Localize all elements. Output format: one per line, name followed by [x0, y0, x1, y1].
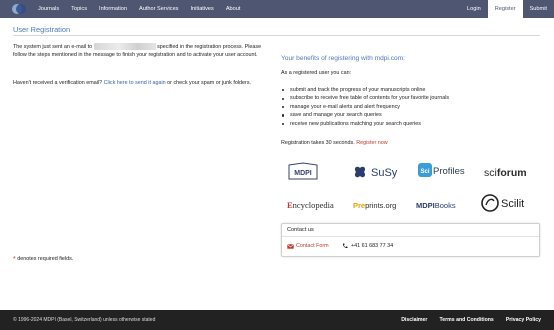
scilit-brand-logo[interactable]: Scilit: [481, 192, 539, 214]
contact-divider: [282, 236, 539, 237]
footer: © 1996-2024 MDPI (Basel, Switzerland) un…: [0, 310, 554, 330]
register-now-link[interactable]: Register now: [356, 140, 387, 146]
mdpi-logo-text: MDPI: [294, 170, 312, 177]
susy-brand-logo[interactable]: SuSy: [351, 161, 405, 183]
list-item: subscribe to receive free table of conte…: [281, 94, 449, 102]
registration-time-note: Registration takes 30 seconds. Register …: [281, 140, 388, 146]
preprints-brand-logo[interactable]: Preprints.org: [353, 194, 407, 216]
title-divider: [13, 35, 540, 36]
preprints-pre-text: Pre: [353, 201, 365, 210]
mdpibooks-books-text: Books: [435, 201, 456, 210]
envelope-icon: [287, 243, 294, 249]
page-title: User Registration: [13, 25, 71, 34]
encyclopedia-rest-text: ncyclopedia: [293, 200, 334, 210]
contact-form-link[interactable]: Contact Form: [287, 243, 329, 249]
benefits-title: Your benefits of registering with mdpi.c…: [281, 55, 405, 62]
privacy-policy-link[interactable]: Privacy Policy: [506, 317, 541, 323]
benefits-list: submit and track the progress of your ma…: [281, 86, 449, 128]
resend-question: Haven't received a verification email?: [13, 80, 103, 86]
sciforum-brand-logo[interactable]: sciforum: [484, 161, 540, 183]
list-item: submit and track the progress of your ma…: [281, 86, 449, 94]
contact-phone-number: +41 61 683 77 34: [351, 243, 394, 249]
nav-information[interactable]: Information: [93, 0, 133, 18]
top-navigation: Journals Topics Information Author Servi…: [0, 0, 554, 18]
resend-link[interactable]: Click here to send it again: [104, 80, 166, 86]
list-item: manage your e-mail alerts and alert freq…: [281, 103, 449, 111]
mdpi-brand-logo[interactable]: MDPI: [287, 161, 319, 183]
nav-author-services[interactable]: Author Services: [133, 0, 184, 18]
sciforum-rest-text: forum: [497, 167, 527, 179]
svg-text:MDPIBooks: MDPIBooks: [416, 201, 456, 210]
nav-journals[interactable]: Journals: [32, 0, 65, 18]
svg-text:sciforum: sciforum: [484, 167, 527, 179]
message-text-end: specified in the registration process.: [157, 44, 244, 50]
nav-account-links: Login Register Submit: [460, 0, 554, 18]
contact-title: Contact us: [287, 227, 314, 233]
nav-initiatives[interactable]: Initiatives: [184, 0, 219, 18]
sciprofiles-rest-text: Profiles: [433, 166, 465, 177]
svg-text:Encyclopedia: Encyclopedia: [287, 200, 334, 210]
scilit-logo-text: Scilit: [501, 198, 524, 210]
required-note-text: denotes required fields.: [17, 256, 74, 262]
redacted-email: [93, 43, 156, 51]
required-asterisk: *: [13, 256, 16, 263]
nav-topics[interactable]: Topics: [65, 0, 93, 18]
resend-hint: or check your spam or junk folders.: [167, 80, 252, 86]
disclaimer-link[interactable]: Disclaimer: [401, 317, 427, 323]
register-tab[interactable]: Register: [487, 0, 523, 18]
svg-text:Preprints.org: Preprints.org: [353, 201, 396, 210]
contact-box: Contact us Contact Form +41 61 683 77 34: [281, 223, 540, 257]
submit-link[interactable]: Submit: [523, 0, 554, 18]
preprints-rest-text: prints.org: [365, 201, 396, 210]
phone-icon: [342, 243, 348, 249]
mdpi-books-brand-logo[interactable]: MDPIBooks: [416, 194, 472, 216]
resend-notice: Haven't received a verification email? C…: [13, 79, 275, 87]
nav-about[interactable]: About: [220, 0, 247, 18]
sciforum-sci-text: sci: [484, 167, 497, 179]
contact-phone: +41 61 683 77 34: [342, 243, 393, 249]
terms-link[interactable]: Terms and Conditions: [439, 317, 493, 323]
sciprofiles-brand-logo[interactable]: Sci Profiles: [417, 160, 471, 182]
mdpi-logo-icon[interactable]: [10, 0, 28, 18]
contact-form-label: Contact Form: [296, 243, 329, 249]
message-text-start: The system just sent an e-mail to: [13, 44, 93, 50]
sciprofiles-sci-text: Sci: [420, 169, 429, 175]
login-link[interactable]: Login: [460, 0, 488, 18]
verification-message: The system just sent an e-mail to specif…: [13, 43, 275, 60]
required-fields-note: * denotes required fields.: [13, 256, 73, 263]
benefits-intro: As a registered user you can:: [281, 70, 352, 76]
footer-links: Disclaimer Terms and Conditions Privacy …: [389, 317, 541, 323]
susy-logo-text: SuSy: [371, 167, 398, 179]
mdpibooks-mdpi-text: MDPI: [416, 201, 435, 210]
list-item: receive new publications matching your s…: [281, 120, 449, 128]
encyclopedia-brand-logo[interactable]: Encyclopedia: [287, 194, 343, 216]
list-item: save and manage your search queries: [281, 111, 449, 119]
copyright-text: © 1996-2024 MDPI (Basel, Switzerland) un…: [13, 317, 156, 323]
registration-time-text: Registration takes 30 seconds.: [281, 140, 355, 146]
